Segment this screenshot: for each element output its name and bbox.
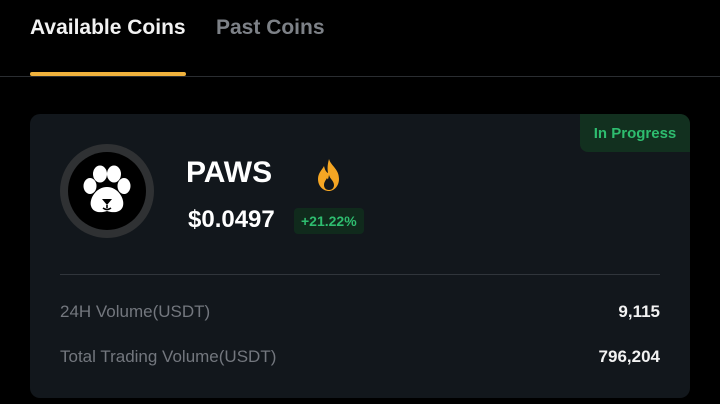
- coin-price: $0.0497: [188, 206, 275, 233]
- coin-avatar: [60, 144, 154, 238]
- volume-24h-label: 24H Volume(USDT): [60, 302, 211, 321]
- divider: [60, 274, 660, 275]
- tab-past-coins[interactable]: Past Coins: [216, 16, 325, 40]
- tab-bar: Available Coins Past Coins: [0, 0, 720, 77]
- active-tab-indicator: [30, 72, 186, 76]
- price-change-badge: +21.22%: [294, 208, 364, 234]
- coin-card[interactable]: In Progress PAWS $0.0497 +21.22% 24H Vol…: [30, 114, 690, 398]
- paw-icon: [68, 152, 146, 230]
- volume-24h-value: 9,115: [618, 302, 660, 321]
- total-volume-value: 796,204: [598, 347, 660, 366]
- tab-available-coins[interactable]: Available Coins: [30, 16, 186, 40]
- status-badge: In Progress: [580, 114, 690, 152]
- total-volume-label: Total Trading Volume(USDT): [60, 347, 277, 366]
- coin-name: PAWS: [186, 156, 273, 189]
- fire-icon: [314, 158, 344, 197]
